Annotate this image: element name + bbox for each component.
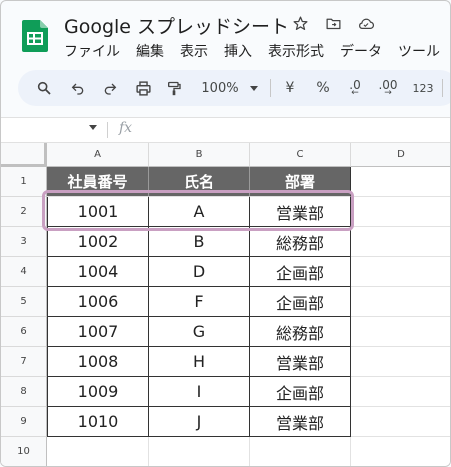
empty-cell[interactable] <box>351 287 450 317</box>
row-header-6[interactable]: 6 <box>1 317 47 347</box>
arrow-right-icon: → <box>384 87 392 98</box>
number-format-button[interactable]: 123 <box>410 70 436 106</box>
menu-insert[interactable]: 挿入 <box>224 41 252 61</box>
formula-bar: fx <box>1 117 450 143</box>
empty-cell[interactable] <box>351 227 450 257</box>
menu-bar: ファイル 編集 表示 挿入 表示形式 データ ツール <box>64 41 450 61</box>
undo-icon[interactable] <box>66 70 90 106</box>
fx-icon: fx <box>119 120 133 136</box>
column-header-c[interactable]: C <box>250 143 351 167</box>
title-icon-group <box>291 14 375 32</box>
toolbar: 100% ¥ % .0 ← .00 → 123 <box>18 70 450 106</box>
table-cell[interactable]: 営業部 <box>250 197 351 227</box>
row-header-10[interactable]: 10 <box>1 437 47 466</box>
empty-cell[interactable] <box>351 407 450 437</box>
table-cell[interactable]: D <box>149 257 250 287</box>
percent-format-button[interactable]: % <box>312 70 334 106</box>
sheets-logo-icon[interactable] <box>22 20 48 52</box>
table-cell[interactable]: 1010 <box>47 407 149 437</box>
table-cell[interactable]: G <box>149 317 250 347</box>
column-header-d[interactable]: D <box>351 143 450 167</box>
table-cell[interactable]: 1008 <box>47 347 149 377</box>
empty-cell[interactable] <box>351 167 450 197</box>
table-cell[interactable]: 1007 <box>47 317 149 347</box>
table-cell[interactable]: 1001 <box>47 197 149 227</box>
move-to-folder-icon[interactable] <box>324 14 342 32</box>
increase-decimal-button[interactable]: .00 → <box>373 70 403 106</box>
table-cell[interactable]: 総務部 <box>250 317 351 347</box>
cloud-status-icon[interactable] <box>357 14 375 32</box>
redo-icon[interactable] <box>98 70 122 106</box>
toolbar-divider <box>270 79 271 97</box>
table-cell[interactable]: H <box>149 347 250 377</box>
row-header-4[interactable]: 4 <box>1 257 47 287</box>
empty-cell[interactable] <box>351 317 450 347</box>
print-icon[interactable] <box>131 70 155 106</box>
select-all-corner[interactable] <box>1 143 47 167</box>
star-icon[interactable] <box>291 14 309 32</box>
name-box-dropdown-icon[interactable] <box>89 125 97 130</box>
currency-format-button[interactable]: ¥ <box>280 70 300 106</box>
menu-format[interactable]: 表示形式 <box>268 41 324 61</box>
empty-cell[interactable] <box>47 437 149 466</box>
toolbar-divider <box>442 79 443 97</box>
menu-edit[interactable]: 編集 <box>136 41 164 61</box>
empty-cell[interactable] <box>351 377 450 407</box>
arrow-left-icon: ← <box>351 87 359 98</box>
window: Google スプレッドシート ファイル 編集 表示 挿入 表示形式 データ ツ… <box>0 0 451 467</box>
table-cell[interactable]: 営業部 <box>250 407 351 437</box>
table-cell[interactable]: 企画部 <box>250 377 351 407</box>
table-cell[interactable]: J <box>149 407 250 437</box>
column-header-b[interactable]: B <box>149 143 250 167</box>
menu-data[interactable]: データ <box>340 41 382 61</box>
menu-file[interactable]: ファイル <box>64 41 120 61</box>
empty-cell[interactable] <box>351 197 450 227</box>
table-cell[interactable]: 1006 <box>47 287 149 317</box>
name-box[interactable] <box>1 118 105 142</box>
table-header-employee-id[interactable]: 社員番号 <box>47 167 149 197</box>
paint-format-icon[interactable] <box>162 70 186 106</box>
row-header-8[interactable]: 8 <box>1 377 47 407</box>
formula-divider <box>107 122 108 138</box>
row-header-9[interactable]: 9 <box>1 407 47 437</box>
row-header-7[interactable]: 7 <box>1 347 47 377</box>
zoom-select[interactable]: 100% <box>196 70 244 106</box>
menu-view[interactable]: 表示 <box>180 41 208 61</box>
zoom-dropdown-icon[interactable] <box>248 70 260 106</box>
table-cell[interactable]: 1004 <box>47 257 149 287</box>
menu-tools[interactable]: ツール <box>398 41 440 61</box>
table-cell[interactable]: 企画部 <box>250 287 351 317</box>
table-cell[interactable]: F <box>149 287 250 317</box>
empty-cell[interactable] <box>351 257 450 287</box>
search-icon[interactable] <box>32 70 56 106</box>
table-cell[interactable]: 1002 <box>47 227 149 257</box>
empty-cell[interactable] <box>351 347 450 377</box>
row-header-1[interactable]: 1 <box>1 167 47 197</box>
column-header-a[interactable]: A <box>47 143 149 167</box>
table-cell[interactable]: 総務部 <box>250 227 351 257</box>
zoom-value: 100% <box>201 80 239 96</box>
table-cell[interactable]: B <box>149 227 250 257</box>
row-header-2[interactable]: 2 <box>1 197 47 227</box>
row-header-3[interactable]: 3 <box>1 227 47 257</box>
table-cell[interactable]: 1009 <box>47 377 149 407</box>
empty-cell[interactable] <box>250 437 351 466</box>
table-header-department[interactable]: 部署 <box>250 167 351 197</box>
app-title[interactable]: Google スプレッドシート <box>64 12 289 39</box>
empty-cell[interactable] <box>351 437 450 466</box>
spreadsheet-grid: A B C D 1 2 3 4 5 6 7 8 9 10 社員番号 氏名 部署 … <box>1 143 450 466</box>
table-header-name[interactable]: 氏名 <box>149 167 250 197</box>
row-header-5[interactable]: 5 <box>1 287 47 317</box>
formula-input[interactable] <box>141 118 441 142</box>
table-cell[interactable]: I <box>149 377 250 407</box>
decrease-decimal-button[interactable]: .0 ← <box>342 70 368 106</box>
table-cell[interactable]: 営業部 <box>250 347 351 377</box>
table-cell[interactable]: 企画部 <box>250 257 351 287</box>
empty-cell[interactable] <box>149 437 250 466</box>
table-cell[interactable]: A <box>149 197 250 227</box>
